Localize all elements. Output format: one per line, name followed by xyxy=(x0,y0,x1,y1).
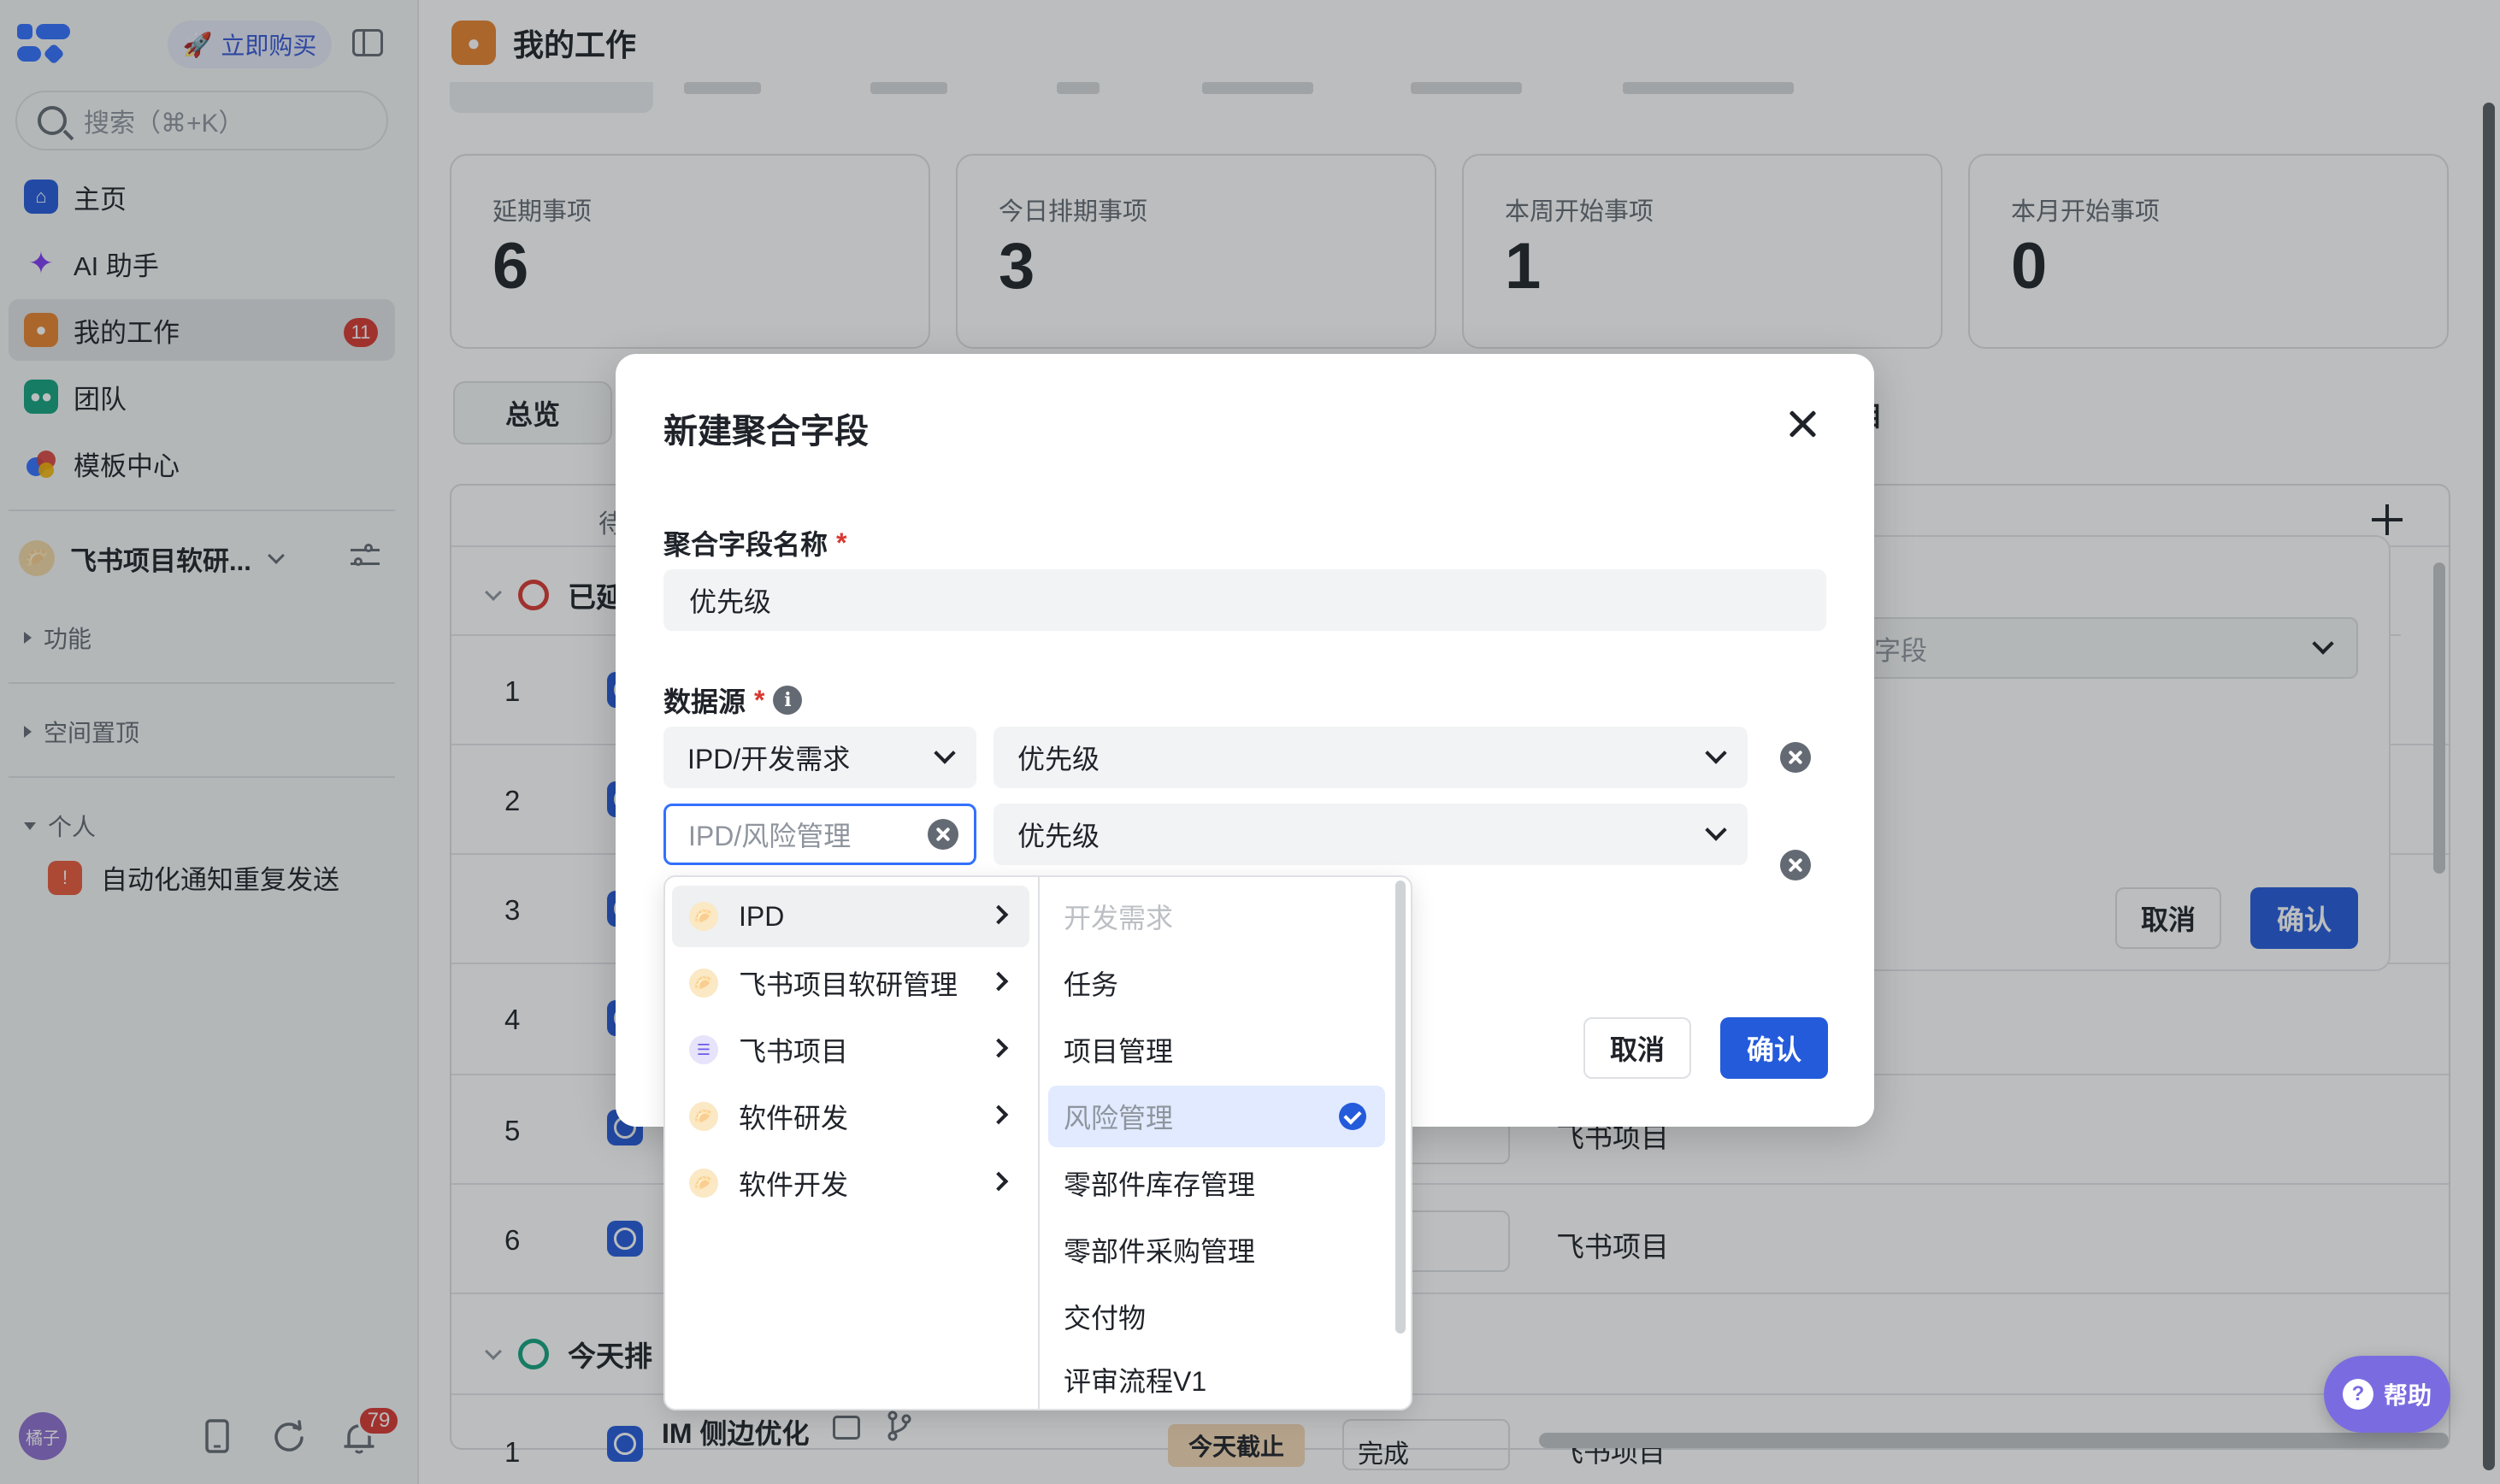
source-select-1[interactable]: IPD/开发需求 xyxy=(663,727,976,788)
work-item-option[interactable]: 项目管理 xyxy=(1048,1019,1385,1081)
workspace-icon: 🥟 xyxy=(689,1169,718,1198)
remove-row-icon[interactable] xyxy=(1780,742,1811,773)
confirm-button[interactable]: 确认 xyxy=(1720,1017,1828,1079)
work-item-option[interactable]: 零部件库存管理 xyxy=(1048,1152,1385,1214)
workspace-option[interactable]: 🥟 飞书项目软研管理 xyxy=(672,952,1029,1014)
work-item-option: 开发需求 xyxy=(1064,903,1174,933)
required-mark: * xyxy=(754,684,765,716)
option-label: 风险管理 xyxy=(1064,1103,1174,1134)
option-label: 软件研发 xyxy=(739,1103,849,1134)
check-icon xyxy=(1339,1103,1366,1130)
label-text: 聚合字段名称 xyxy=(663,529,828,560)
dialog-title: 新建聚合字段 xyxy=(663,413,869,450)
workspace-icon: 🥟 xyxy=(689,1102,718,1131)
clear-icon[interactable] xyxy=(928,819,958,850)
chevron-down-icon xyxy=(934,742,956,764)
field-select-1[interactable]: 优先级 xyxy=(994,727,1748,788)
field-name-label: 聚合字段名称 * xyxy=(663,523,846,562)
workspace-option[interactable]: 🥟 软件研发 xyxy=(672,1086,1029,1147)
required-mark: * xyxy=(836,527,847,558)
work-item-option-selected[interactable]: 风险管理 xyxy=(1048,1086,1385,1147)
work-item-option[interactable]: 交付物 xyxy=(1048,1286,1385,1347)
option-label: 飞书项目 xyxy=(739,1036,849,1067)
dropdown-scrollbar[interactable] xyxy=(1395,880,1406,1334)
work-item-option[interactable]: 任务 xyxy=(1048,952,1385,1014)
select-value: IPD/开发需求 xyxy=(687,744,851,774)
chevron-right-icon xyxy=(988,904,1009,925)
workspace-option[interactable]: 🥟 软件开发 xyxy=(672,1152,1029,1214)
option-label: 飞书项目软研管理 xyxy=(739,969,958,1000)
select-placeholder: IPD/风险管理 xyxy=(688,821,852,851)
cancel-button[interactable]: 取消 xyxy=(1583,1017,1691,1079)
field-select-2[interactable]: 优先级 xyxy=(994,804,1748,865)
workspace-icon: 🥟 xyxy=(689,969,718,998)
help-label: 帮助 xyxy=(2383,1382,2432,1409)
chevron-down-icon xyxy=(1705,742,1727,764)
workspace-option-ipd[interactable]: 🥟 IPD xyxy=(672,886,1029,947)
chevron-right-icon xyxy=(988,1038,1009,1058)
select-value: 优先级 xyxy=(1017,821,1100,851)
option-label: 软件开发 xyxy=(739,1169,849,1200)
remove-row-icon[interactable] xyxy=(1780,850,1811,880)
workspace-option[interactable]: ☰ 飞书项目 xyxy=(672,1019,1029,1081)
help-button[interactable]: ? 帮助 xyxy=(2324,1356,2450,1433)
close-icon[interactable] xyxy=(1787,409,1818,439)
workspace-icon: 🥟 xyxy=(689,902,718,931)
select-value: 优先级 xyxy=(1017,744,1100,774)
data-source-label: 数据源 * i xyxy=(663,680,803,720)
work-item-option[interactable]: 评审流程V1 xyxy=(1048,1352,1385,1407)
label-text: 数据源 xyxy=(663,686,746,717)
work-item-option[interactable]: 零部件采购管理 xyxy=(1048,1219,1385,1281)
workspace-icon: ☰ xyxy=(689,1035,718,1064)
chevron-right-icon xyxy=(988,971,1009,992)
source-select-2[interactable]: IPD/风险管理 xyxy=(663,804,976,865)
info-icon[interactable]: i xyxy=(773,686,803,715)
field-name-input[interactable]: 优先级 xyxy=(663,569,1826,631)
chevron-down-icon xyxy=(1705,819,1727,841)
chevron-right-icon xyxy=(988,1104,1009,1125)
divider xyxy=(1038,877,1040,1409)
option-label: IPD xyxy=(739,900,785,932)
chevron-right-icon xyxy=(988,1171,1009,1192)
question-icon: ? xyxy=(2342,1379,2373,1410)
